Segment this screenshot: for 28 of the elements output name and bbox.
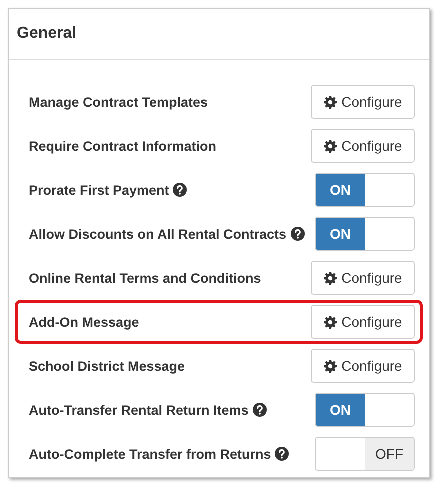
panel-title: General (17, 25, 77, 43)
setting-label: Auto-Transfer Rental Return Items (29, 402, 249, 418)
gear-icon (324, 360, 337, 372)
toggle-switch[interactable]: OFF (315, 437, 415, 471)
setting-label: Allow Discounts on All Rental Contracts (29, 226, 287, 242)
setting-label: Prorate First Payment (29, 182, 170, 198)
setting-label: Add-On Message (29, 314, 140, 330)
setting-label: Auto-Complete Transfer from Returns (29, 446, 272, 462)
configure-button[interactable]: Configure (311, 261, 415, 295)
setting-label: Online Rental Terms and Conditions (29, 270, 262, 286)
help-icon[interactable] (173, 183, 188, 197)
setting-label: School District Message (29, 358, 186, 374)
toggle-switch[interactable]: ON (315, 173, 415, 207)
gear-icon (324, 272, 337, 284)
toggle-switch[interactable]: ON (315, 217, 415, 251)
help-icon[interactable] (252, 403, 267, 417)
configure-button[interactable]: Configure (311, 349, 415, 383)
gear-icon (324, 140, 337, 152)
configure-button[interactable]: Configure (311, 85, 415, 119)
help-icon[interactable] (275, 447, 290, 461)
setting-label: Manage Contract Templates (29, 94, 208, 110)
configure-button[interactable]: Configure (311, 129, 415, 163)
configure-button[interactable]: Configure (311, 305, 415, 339)
toggle-switch[interactable]: ON (315, 393, 415, 427)
help-icon[interactable] (290, 227, 305, 241)
setting-label: Require Contract Information (29, 138, 217, 154)
gear-icon (324, 96, 337, 108)
gear-icon (324, 316, 337, 328)
